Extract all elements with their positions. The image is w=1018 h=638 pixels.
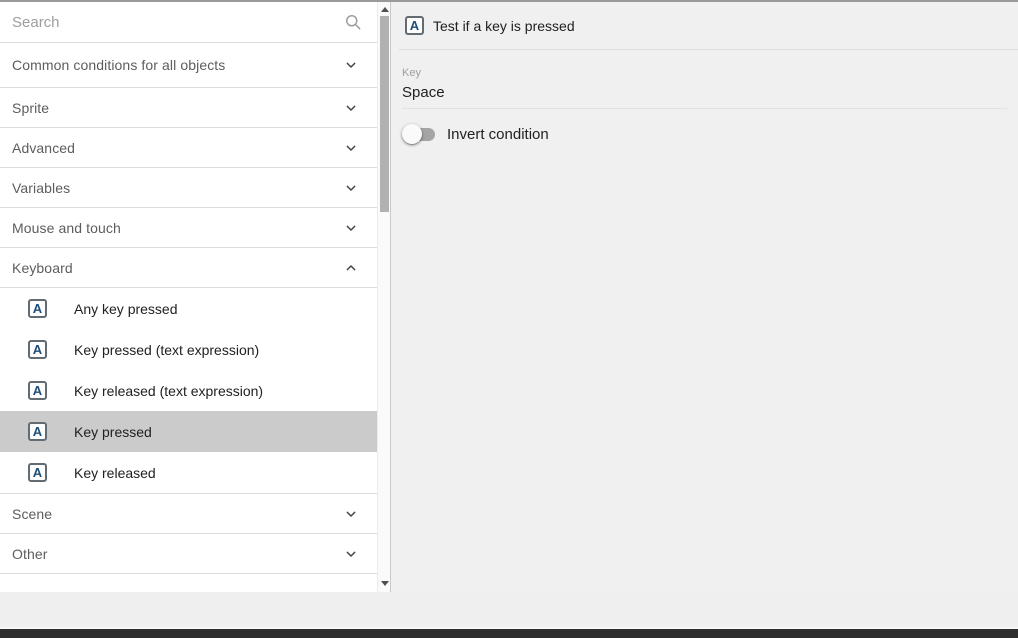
sidebar-category-sprite[interactable]: Sprite [0, 88, 377, 128]
chevron-up-icon [343, 260, 359, 276]
keyboard-items-group: A Any key pressed A Key pressed (text expre… [0, 288, 377, 494]
scrollbar-up-button[interactable] [378, 2, 391, 16]
dialog-footer [0, 592, 1018, 627]
sidebar-category-scene[interactable]: Scene [0, 494, 377, 534]
chevron-down-icon [343, 100, 359, 116]
condition-list-panel: Common conditions for all objects Sprite A… [0, 2, 377, 592]
bottom-dark-bar [0, 629, 1018, 638]
category-label: Scene [12, 506, 343, 522]
search-icon [343, 12, 363, 32]
key-field-value[interactable]: Space [402, 84, 1007, 108]
chevron-down-icon [343, 57, 359, 73]
key-field-underline [402, 108, 1007, 109]
scroll-down-icon [381, 581, 389, 586]
keyboard-key-icon: A [28, 463, 47, 482]
detail-title: Test if a key is pressed [433, 18, 575, 34]
invert-condition-label: Invert condition [447, 126, 549, 143]
condition-category-list: Common conditions for all objects Sprite A… [0, 43, 377, 574]
keyboard-key-icon: A [405, 16, 424, 35]
search-input[interactable] [12, 14, 343, 31]
sidebar-category-advanced[interactable]: Advanced [0, 128, 377, 168]
key-field: Key Space [391, 50, 1018, 109]
sidebar-category-mouse-and-touch[interactable]: Mouse and touch [0, 208, 377, 248]
category-label: Keyboard [12, 260, 343, 276]
condition-item-any-key-pressed[interactable]: A Any key pressed [0, 288, 377, 329]
chevron-down-icon [343, 506, 359, 522]
chevron-down-icon [343, 140, 359, 156]
condition-item-label: Key pressed [74, 424, 152, 440]
category-label: Mouse and touch [12, 220, 343, 236]
keyboard-key-icon: A [28, 422, 47, 441]
sidebar-category-variables[interactable]: Variables [0, 168, 377, 208]
category-label: Sprite [12, 100, 343, 116]
condition-item-label: Key released [74, 465, 156, 481]
condition-detail-panel: A Test if a key is pressed Key Space Inv… [391, 2, 1018, 592]
sidebar-category-keyboard[interactable]: Keyboard [0, 248, 377, 288]
condition-item-key-released-text-expression-[interactable]: A Key released (text expression) [0, 370, 377, 411]
condition-item-label: Any key pressed [74, 301, 178, 317]
condition-item-label: Key pressed (text expression) [74, 342, 259, 358]
scrollbar-down-button[interactable] [378, 576, 391, 590]
sidebar-category-other[interactable]: Other [0, 534, 377, 574]
category-label: Advanced [12, 140, 343, 156]
keyboard-key-icon: A [28, 340, 47, 359]
invert-condition-row: Invert condition [402, 122, 1018, 146]
main-area: Common conditions for all objects Sprite A… [0, 2, 1018, 592]
detail-header: A Test if a key is pressed [391, 2, 1018, 49]
keyboard-key-icon: A [28, 299, 47, 318]
scroll-up-icon [381, 7, 389, 12]
chevron-down-icon [343, 546, 359, 562]
toggle-knob [402, 124, 422, 144]
condition-item-label: Key released (text expression) [74, 383, 263, 399]
condition-item-key-pressed[interactable]: A Key pressed [0, 411, 377, 452]
condition-item-key-pressed-text-expression-[interactable]: A Key pressed (text expression) [0, 329, 377, 370]
list-scrollbar[interactable] [377, 2, 390, 592]
chevron-down-icon [343, 180, 359, 196]
scrollbar-thumb[interactable] [380, 16, 389, 212]
condition-editor-window: Common conditions for all objects Sprite A… [0, 0, 1018, 638]
chevron-down-icon [343, 220, 359, 236]
condition-item-key-released[interactable]: A Key released [0, 452, 377, 493]
search-bar [0, 2, 377, 43]
invert-condition-toggle[interactable] [402, 124, 436, 144]
sidebar-category-common-conditions-for-all-objects[interactable]: Common conditions for all objects [0, 43, 377, 88]
category-label: Other [12, 546, 343, 562]
category-label: Variables [12, 180, 343, 196]
keyboard-key-icon: A [28, 381, 47, 400]
category-label: Common conditions for all objects [12, 57, 343, 73]
key-field-label: Key [402, 67, 1007, 79]
